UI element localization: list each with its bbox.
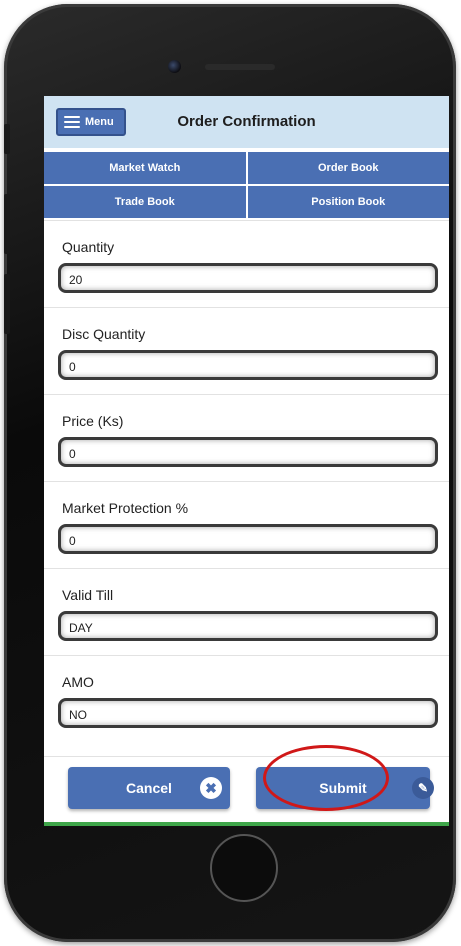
tab-market-watch[interactable]: Market Watch bbox=[44, 152, 246, 184]
market-protection-input[interactable]: 0 bbox=[58, 524, 438, 554]
order-form: Quantity 20 Disc Quantity 0 Price (Ks) 0… bbox=[44, 220, 449, 742]
action-bar: Cancel ✖ Submit ✎ bbox=[44, 756, 449, 817]
price-label: Price (Ks) bbox=[62, 413, 124, 429]
bottom-accent-bar bbox=[44, 822, 449, 826]
valid-till-field: Valid Till DAY bbox=[44, 568, 449, 655]
home-button[interactable] bbox=[210, 834, 278, 902]
app-screen: Menu Order Confirmation Market Watch Ord… bbox=[44, 96, 449, 826]
volume-up-button bbox=[4, 194, 10, 254]
quantity-field: Quantity 20 bbox=[44, 220, 449, 307]
amo-label: AMO bbox=[62, 674, 94, 690]
volume-down-button bbox=[4, 274, 10, 334]
quantity-label: Quantity bbox=[62, 239, 115, 255]
valid-till-input[interactable]: DAY bbox=[58, 611, 438, 641]
phone-frame: Menu Order Confirmation Market Watch Ord… bbox=[4, 4, 456, 942]
tab-trade-book[interactable]: Trade Book bbox=[44, 186, 246, 218]
disc-quantity-input[interactable]: 0 bbox=[58, 350, 438, 380]
pencil-icon: ✎ bbox=[412, 777, 434, 799]
amo-input[interactable]: NO bbox=[58, 698, 438, 728]
disc-quantity-field: Disc Quantity 0 bbox=[44, 307, 449, 394]
camera-icon bbox=[168, 60, 181, 73]
close-icon: ✖ bbox=[200, 777, 222, 799]
app-header: Menu Order Confirmation bbox=[44, 96, 449, 148]
mute-switch bbox=[4, 124, 10, 154]
speaker-grille bbox=[205, 64, 275, 70]
price-input[interactable]: 0 bbox=[58, 437, 438, 467]
quantity-input[interactable]: 20 bbox=[58, 263, 438, 293]
cancel-button-label: Cancel bbox=[126, 780, 172, 796]
tab-order-book[interactable]: Order Book bbox=[247, 152, 449, 184]
nav-tabs: Market Watch Order Book Trade Book Posit… bbox=[44, 152, 449, 218]
submit-highlight-circle bbox=[263, 745, 389, 811]
valid-till-label: Valid Till bbox=[62, 587, 114, 603]
tab-position-book[interactable]: Position Book bbox=[247, 186, 449, 218]
cancel-button[interactable]: Cancel ✖ bbox=[68, 767, 230, 809]
price-field: Price (Ks) 0 bbox=[44, 394, 449, 481]
amo-field: AMO NO bbox=[44, 655, 449, 742]
page-title: Order Confirmation bbox=[177, 113, 316, 130]
disc-quantity-label: Disc Quantity bbox=[62, 326, 146, 342]
market-protection-field: Market Protection % 0 bbox=[44, 481, 449, 568]
market-protection-label: Market Protection % bbox=[62, 500, 189, 516]
